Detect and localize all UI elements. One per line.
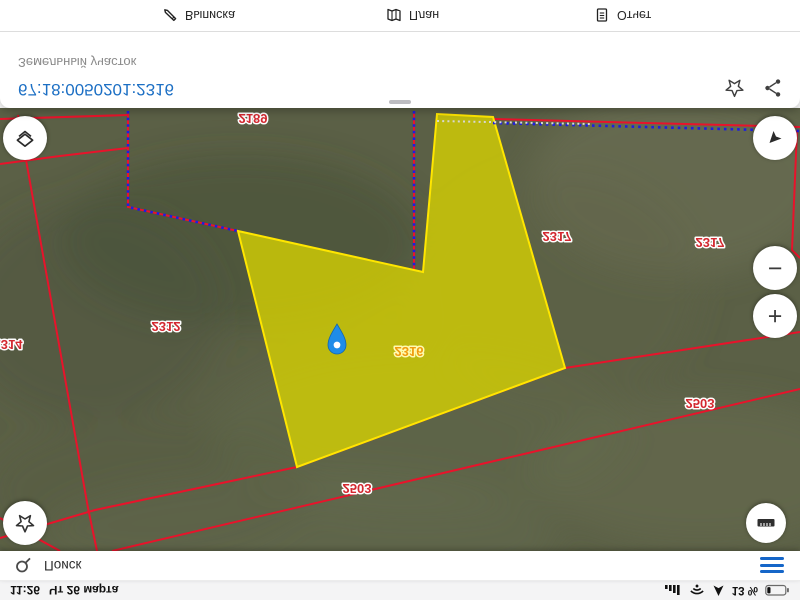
sheet-icon-buttons	[721, 75, 786, 101]
star-icon	[13, 511, 37, 535]
wifi-icon	[689, 585, 705, 597]
plus-icon: +	[768, 304, 783, 329]
parcel-label: 2189	[239, 111, 268, 126]
action-report-label: Отчет	[617, 9, 651, 23]
selected-parcel-label: 2316	[395, 344, 424, 359]
parcel-label: 2503	[343, 481, 372, 496]
map-container[interactable]: 2189 2317 2317 2312 2314 2503 2503 2316	[0, 108, 800, 551]
layers-button[interactable]	[3, 116, 47, 160]
zoom-out-button[interactable]: −	[753, 246, 797, 290]
parcel-label: 2314	[0, 337, 23, 352]
share-icon	[762, 77, 784, 99]
favorites-button[interactable]	[3, 501, 47, 545]
parcel-label: 2503	[686, 396, 715, 411]
object-type-label: Земельный участок	[18, 55, 136, 70]
menu-icon	[760, 571, 784, 574]
status-bar: 11:26 Чт 26 марта 13 %	[0, 581, 800, 600]
action-extract[interactable]: Выписка	[162, 0, 235, 31]
compass-button[interactable]	[753, 116, 797, 160]
measure-button[interactable]	[746, 503, 786, 543]
bookmark-button[interactable]	[721, 75, 747, 101]
share-button[interactable]	[760, 75, 786, 101]
bookmark-star-icon	[723, 77, 746, 100]
cellular-signal-icon	[665, 585, 682, 596]
ruler-icon	[755, 512, 777, 534]
action-report[interactable]: Отчет	[594, 0, 651, 31]
menu-button[interactable]	[758, 556, 786, 576]
map-icon	[386, 8, 402, 24]
app-root: 11:26 Чт 26 марта 13 %	[0, 0, 800, 600]
layers-icon	[13, 126, 37, 150]
cadastral-number-link[interactable]: 67:18:0050201:2316	[18, 79, 174, 99]
status-left: 11:26 Чт 26 марта	[10, 584, 118, 598]
action-extract-label: Выписка	[185, 9, 235, 23]
parcel-label: 2317	[696, 235, 725, 250]
minus-icon: −	[768, 256, 783, 281]
action-bar: Выписка План Отчет	[0, 0, 800, 32]
search-bar	[0, 551, 800, 581]
parcel-label: 2317	[543, 229, 572, 244]
search-icon	[14, 557, 32, 575]
action-plan[interactable]: План	[386, 0, 439, 31]
report-document-icon	[594, 8, 610, 24]
status-right: 13 %	[665, 584, 790, 597]
parcel-label: 2312	[152, 319, 181, 334]
info-sheet: 67:18:0050201:2316 Земельный участок	[0, 0, 800, 108]
compass-arrow-icon	[765, 128, 785, 148]
sheet-drag-handle[interactable]	[389, 100, 411, 104]
pencil-icon	[162, 8, 178, 24]
search-input[interactable]	[42, 557, 748, 574]
status-date: Чт 26 марта	[49, 584, 118, 598]
flipped-viewport: 11:26 Чт 26 марта 13 %	[0, 0, 800, 600]
map-canvas[interactable]: 2189 2317 2317 2312 2314 2503 2503 2316	[0, 108, 800, 551]
battery-percent: 13 %	[732, 585, 758, 597]
status-time: 11:26	[10, 584, 40, 598]
battery-icon	[765, 585, 790, 597]
zoom-in-button[interactable]: +	[753, 294, 797, 338]
action-plan-label: План	[409, 9, 439, 23]
location-arrow-icon	[712, 584, 725, 597]
